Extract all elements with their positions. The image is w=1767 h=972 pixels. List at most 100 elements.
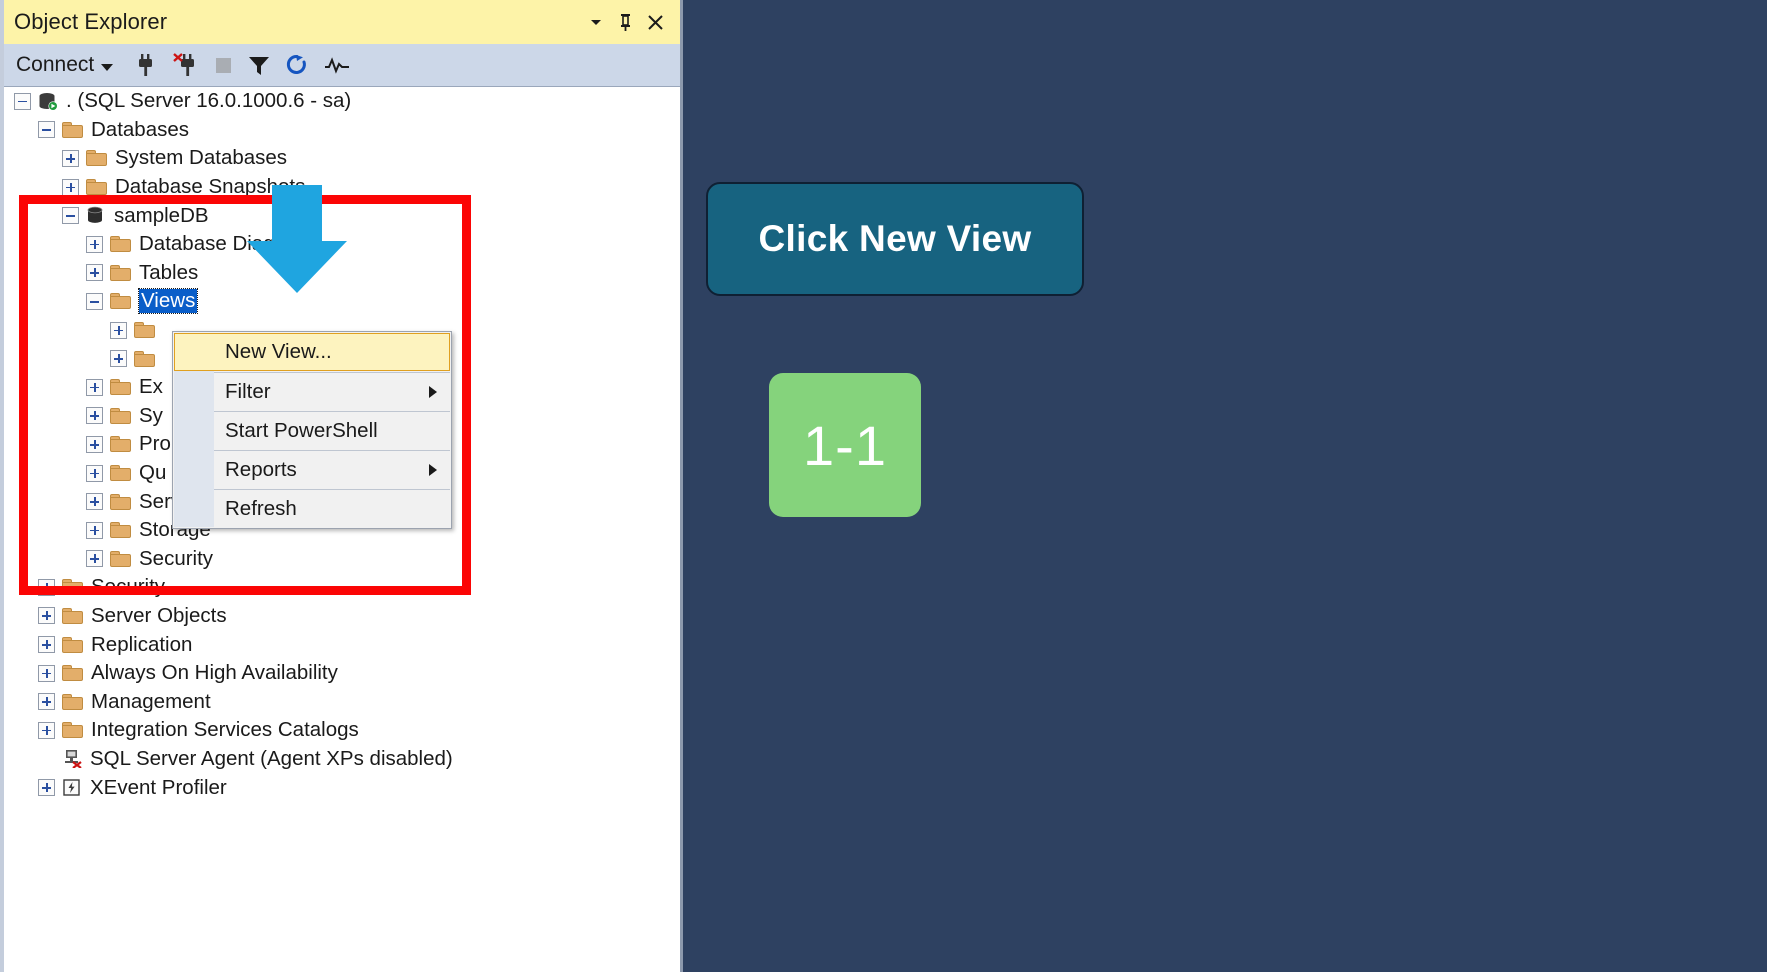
folder-icon bbox=[86, 179, 107, 196]
expand-icon[interactable] bbox=[62, 178, 79, 196]
context-menu-item-label: Reports bbox=[225, 458, 297, 481]
collapse-icon[interactable] bbox=[86, 292, 103, 310]
expand-icon[interactable] bbox=[86, 435, 103, 453]
titlebar-actions bbox=[588, 13, 664, 31]
context-menu-item-new-view[interactable]: New View... bbox=[174, 333, 450, 371]
expand-icon[interactable] bbox=[86, 521, 103, 539]
expand-icon[interactable] bbox=[38, 721, 55, 739]
instruction-callout-label: Click New View bbox=[758, 218, 1032, 259]
sql-agent-disabled-icon bbox=[62, 749, 82, 770]
expand-icon[interactable] bbox=[86, 550, 103, 568]
folder-icon bbox=[110, 522, 131, 539]
tree-node-label: Security bbox=[139, 546, 214, 570]
step-number-label: 1-1 bbox=[803, 413, 887, 477]
folder-icon bbox=[134, 322, 155, 339]
folder-icon bbox=[110, 493, 131, 510]
pointer-arrow-icon bbox=[243, 185, 351, 295]
activity-monitor-icon[interactable] bbox=[324, 56, 350, 74]
expand-icon[interactable] bbox=[86, 407, 103, 425]
context-menu-item-label: Refresh bbox=[225, 497, 297, 520]
pin-icon[interactable] bbox=[618, 13, 633, 31]
expand-icon[interactable] bbox=[86, 235, 103, 253]
collapse-icon[interactable] bbox=[62, 207, 79, 225]
tree-node-label: System Databases bbox=[115, 146, 288, 170]
tree-node-management[interactable]: Management bbox=[4, 687, 680, 716]
instruction-callout: Click New View bbox=[706, 182, 1084, 296]
object-explorer-titlebar: Object Explorer bbox=[4, 0, 680, 45]
database-icon bbox=[86, 206, 106, 225]
expand-icon[interactable] bbox=[86, 493, 103, 511]
tree-node-db-security[interactable]: Security bbox=[4, 545, 680, 574]
context-menu[interactable]: New View... Filter Start PowerShell Reports… bbox=[172, 331, 452, 529]
tree-node-label: Qu bbox=[139, 461, 167, 485]
folder-icon bbox=[134, 350, 155, 367]
context-menu-item-label: New View... bbox=[225, 340, 332, 363]
tree-node-label: Management bbox=[91, 689, 211, 713]
expand-icon[interactable] bbox=[110, 350, 127, 368]
window-dropdown-icon[interactable] bbox=[588, 14, 604, 30]
collapse-icon[interactable] bbox=[38, 121, 55, 139]
chevron-down-icon bbox=[101, 63, 114, 71]
stop-icon[interactable] bbox=[215, 57, 232, 74]
toolbar-icon-group bbox=[135, 53, 350, 77]
filter-icon[interactable] bbox=[248, 54, 270, 76]
folder-icon bbox=[62, 121, 83, 138]
expand-icon[interactable] bbox=[38, 664, 55, 682]
expand-icon[interactable] bbox=[86, 464, 103, 482]
tree-node-label: Integration Services Catalogs bbox=[91, 718, 359, 742]
screen: Object Explorer Connect . (SQL Server 16… bbox=[0, 0, 1767, 972]
tree-node-xevent-profiler[interactable]: XEvent Profiler bbox=[4, 773, 680, 802]
connect-object-explorer-icon[interactable] bbox=[135, 53, 157, 77]
folder-icon bbox=[110, 407, 131, 424]
tree-node-databases[interactable]: Databases bbox=[4, 116, 680, 145]
tree-node-server-objects[interactable]: Server Objects bbox=[4, 602, 680, 631]
folder-icon bbox=[62, 722, 83, 739]
disconnect-icon[interactable] bbox=[173, 53, 199, 77]
expand-icon[interactable] bbox=[62, 149, 79, 167]
tree-node-label: Databases bbox=[91, 117, 190, 141]
context-menu-item-label: Start PowerShell bbox=[225, 419, 378, 442]
tree-node-label: Ex bbox=[139, 375, 163, 399]
tree-node-replication[interactable]: Replication bbox=[4, 630, 680, 659]
folder-icon bbox=[110, 264, 131, 281]
tree-node-label: Replication bbox=[91, 632, 193, 656]
folder-icon bbox=[110, 550, 131, 567]
context-menu-item-reports[interactable]: Reports bbox=[173, 451, 451, 489]
refresh-icon[interactable] bbox=[286, 54, 308, 77]
expand-icon[interactable] bbox=[38, 636, 55, 654]
connect-button[interactable]: Connect bbox=[16, 53, 114, 77]
panel-title: Object Explorer bbox=[14, 9, 168, 34]
tree-node-system-databases[interactable]: System Databases bbox=[4, 144, 680, 173]
close-icon[interactable] bbox=[647, 14, 664, 31]
expand-icon[interactable] bbox=[38, 578, 55, 596]
tree-node-label: Tables bbox=[139, 260, 199, 284]
connect-button-label: Connect bbox=[16, 53, 95, 76]
folder-icon bbox=[62, 665, 83, 682]
folder-icon bbox=[62, 579, 83, 596]
tree-node-server-security[interactable]: Security bbox=[4, 573, 680, 602]
submenu-arrow-icon bbox=[429, 464, 437, 476]
expand-icon[interactable] bbox=[38, 607, 55, 625]
tree-node-sql-server-agent[interactable]: SQL Server Agent (Agent XPs disabled) bbox=[4, 745, 680, 774]
tree-node-label: Server Objects bbox=[91, 603, 227, 627]
tree-node-integration-svcs[interactable]: Integration Services Catalogs bbox=[4, 716, 680, 745]
folder-icon bbox=[110, 436, 131, 453]
expand-icon[interactable] bbox=[86, 264, 103, 282]
expand-icon[interactable] bbox=[38, 779, 55, 797]
tree-node-always-on[interactable]: Always On High Availability bbox=[4, 659, 680, 688]
collapse-icon[interactable] bbox=[14, 92, 31, 110]
tree-node-label: sampleDB bbox=[114, 203, 209, 227]
folder-icon bbox=[62, 607, 83, 624]
folder-icon bbox=[86, 150, 107, 167]
context-menu-item-refresh[interactable]: Refresh bbox=[173, 490, 451, 528]
expander-placeholder bbox=[38, 750, 55, 767]
tree-node-label: Security bbox=[91, 575, 166, 599]
context-menu-item-start-powershell[interactable]: Start PowerShell bbox=[173, 412, 451, 450]
tree-node-server[interactable]: . (SQL Server 16.0.1000.6 - sa) bbox=[4, 87, 680, 116]
context-menu-item-filter[interactable]: Filter bbox=[173, 373, 451, 411]
expand-icon[interactable] bbox=[110, 321, 127, 339]
expand-icon[interactable] bbox=[86, 378, 103, 396]
server-icon bbox=[38, 92, 58, 111]
folder-icon bbox=[62, 693, 83, 710]
expand-icon[interactable] bbox=[38, 693, 55, 711]
